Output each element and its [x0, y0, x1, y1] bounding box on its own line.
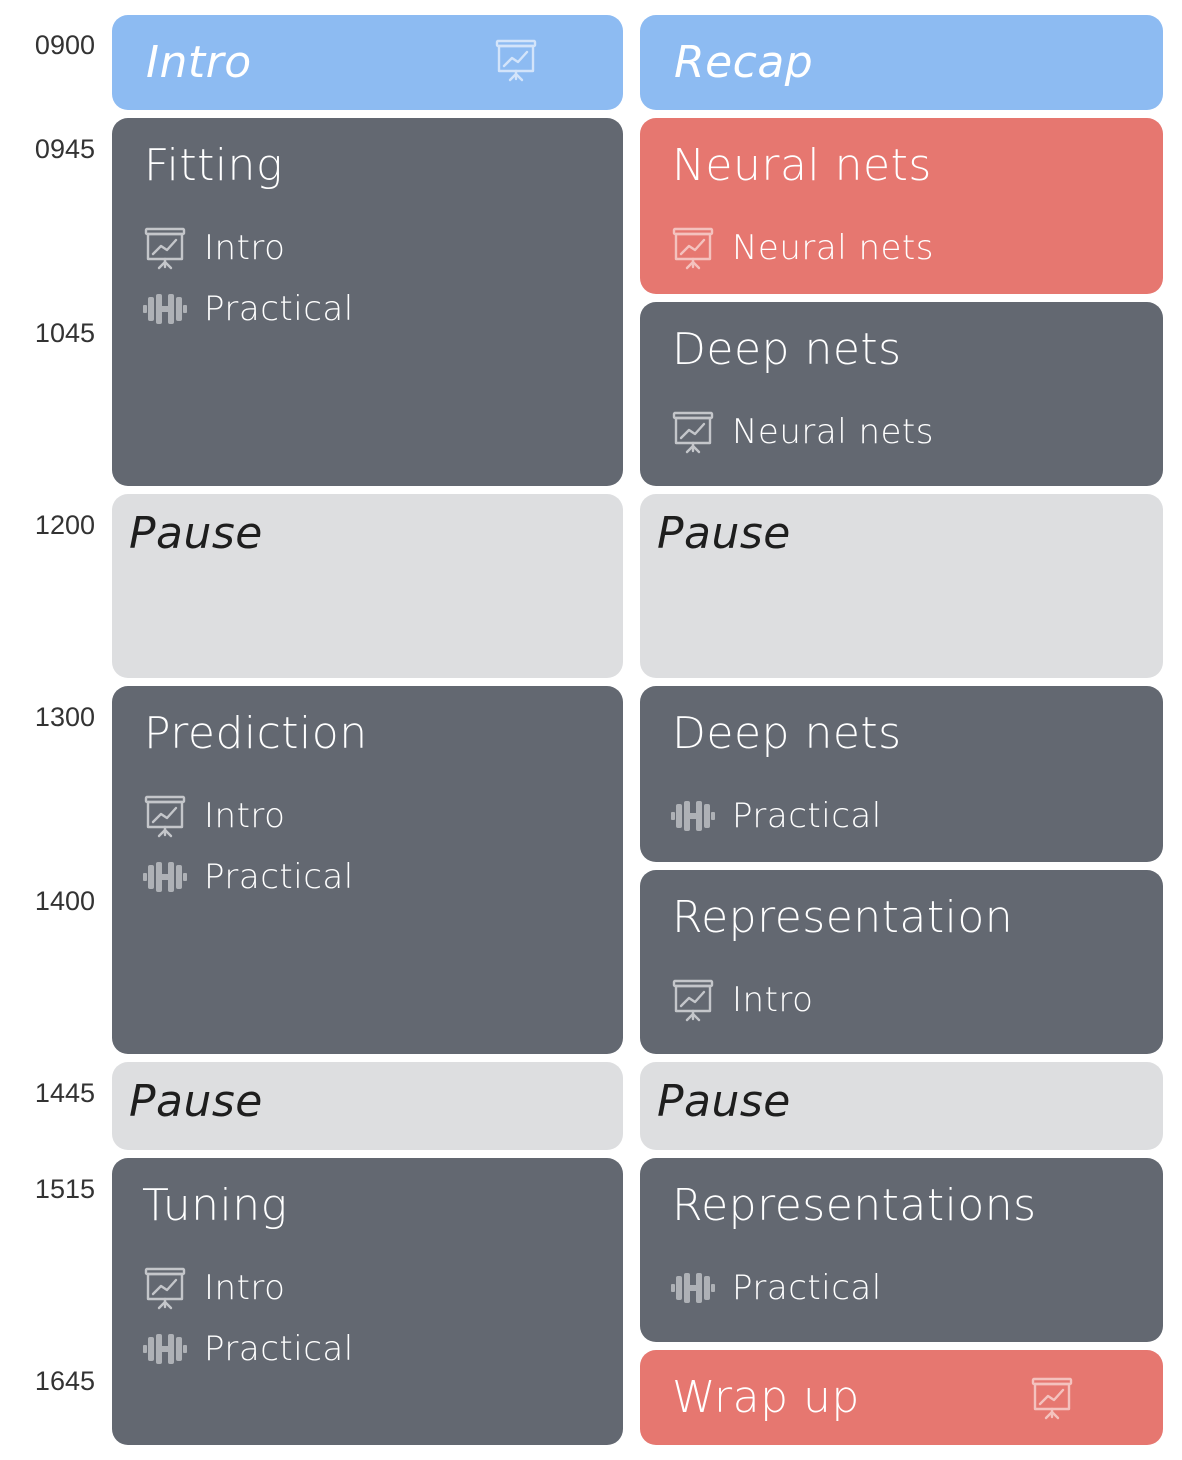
session-item-label: Neural nets: [732, 412, 934, 452]
session-item-label: Practical: [732, 1268, 882, 1308]
time-label: 1045: [34, 318, 95, 348]
session-item: Intro: [670, 976, 813, 1024]
session-item-label: Practical: [732, 796, 882, 836]
session-recap[interactable]: Recap: [640, 15, 1163, 110]
presentation-icon: [493, 37, 539, 83]
session-item-label: Neural nets: [732, 228, 934, 268]
session-item: Intro: [142, 1264, 285, 1312]
time-label: 1300: [34, 702, 95, 732]
dumbbell-icon: [142, 854, 188, 900]
presentation-icon: [1029, 1375, 1075, 1421]
session-deep-nets[interactable]: Deep nets Practical: [640, 686, 1163, 862]
time-label: 1445: [34, 1078, 95, 1108]
session-title: Representation: [672, 892, 1014, 943]
session-title: Deep nets: [672, 324, 902, 375]
session-representations[interactable]: Representations Practical: [640, 1158, 1163, 1342]
session-item-label: Practical: [204, 857, 354, 897]
session-title: Pause: [129, 508, 263, 559]
session-representation[interactable]: Representation Intro: [640, 870, 1163, 1054]
session-title: Pause: [657, 508, 791, 559]
presentation-icon: [142, 225, 188, 271]
time-label: 1515: [34, 1174, 95, 1204]
session-title: Intro: [146, 37, 252, 88]
presentation-icon: [670, 225, 716, 271]
session-intro[interactable]: Intro: [112, 15, 623, 110]
session-item-label: Intro: [204, 228, 286, 268]
session-neural-nets[interactable]: Neural nets Neural nets: [640, 118, 1163, 294]
session-pause: Pause: [640, 494, 1163, 678]
session-title: Pause: [129, 1076, 263, 1127]
session-item: Practical: [142, 1325, 354, 1373]
session-prediction[interactable]: Prediction Intro Practical: [112, 686, 623, 1054]
session-item-label: Intro: [732, 980, 814, 1020]
session-item-label: Practical: [204, 1329, 354, 1369]
dumbbell-icon: [142, 286, 188, 332]
session-item: Practical: [142, 853, 354, 901]
session-item: Intro: [142, 224, 285, 272]
session-pause: Pause: [640, 1062, 1163, 1150]
session-item: Practical: [670, 1264, 882, 1312]
dumbbell-icon: [670, 793, 716, 839]
session-title: Fitting: [144, 140, 283, 191]
session-pause: Pause: [112, 494, 623, 678]
session-item: Neural nets: [670, 408, 934, 456]
session-title: Wrap up: [672, 1372, 860, 1423]
dumbbell-icon: [142, 1326, 188, 1372]
session-title: Prediction: [144, 708, 368, 759]
presentation-icon: [670, 409, 716, 455]
session-fitting[interactable]: Fitting Intro Practical: [112, 118, 623, 486]
session-pause: Pause: [112, 1062, 623, 1150]
time-label: 0900: [34, 30, 95, 60]
session-item: Practical: [670, 792, 882, 840]
session-title: Pause: [657, 1076, 791, 1127]
session-item-label: Intro: [204, 1268, 286, 1308]
session-item-label: Practical: [204, 289, 354, 329]
session-wrap-up[interactable]: Wrap up: [640, 1350, 1163, 1445]
time-label: 0945: [34, 134, 95, 164]
time-label: 1645: [34, 1366, 95, 1396]
session-item: Neural nets: [670, 224, 934, 272]
dumbbell-icon: [670, 1265, 716, 1311]
presentation-icon: [142, 1265, 188, 1311]
session-item-label: Intro: [204, 796, 286, 836]
session-title: Tuning: [142, 1180, 288, 1231]
time-label: 1200: [34, 510, 95, 540]
session-title: Neural nets: [672, 140, 932, 191]
session-deep-nets[interactable]: Deep nets Neural nets: [640, 302, 1163, 486]
session-title: Representations: [672, 1180, 1037, 1231]
session-tuning[interactable]: Tuning Intro Practical: [112, 1158, 623, 1445]
presentation-icon: [670, 977, 716, 1023]
session-title: Deep nets: [672, 708, 902, 759]
session-item: Practical: [142, 285, 354, 333]
presentation-icon: [142, 793, 188, 839]
session-item: Intro: [142, 792, 285, 840]
session-title: Recap: [674, 37, 814, 88]
time-label: 1400: [34, 886, 95, 916]
